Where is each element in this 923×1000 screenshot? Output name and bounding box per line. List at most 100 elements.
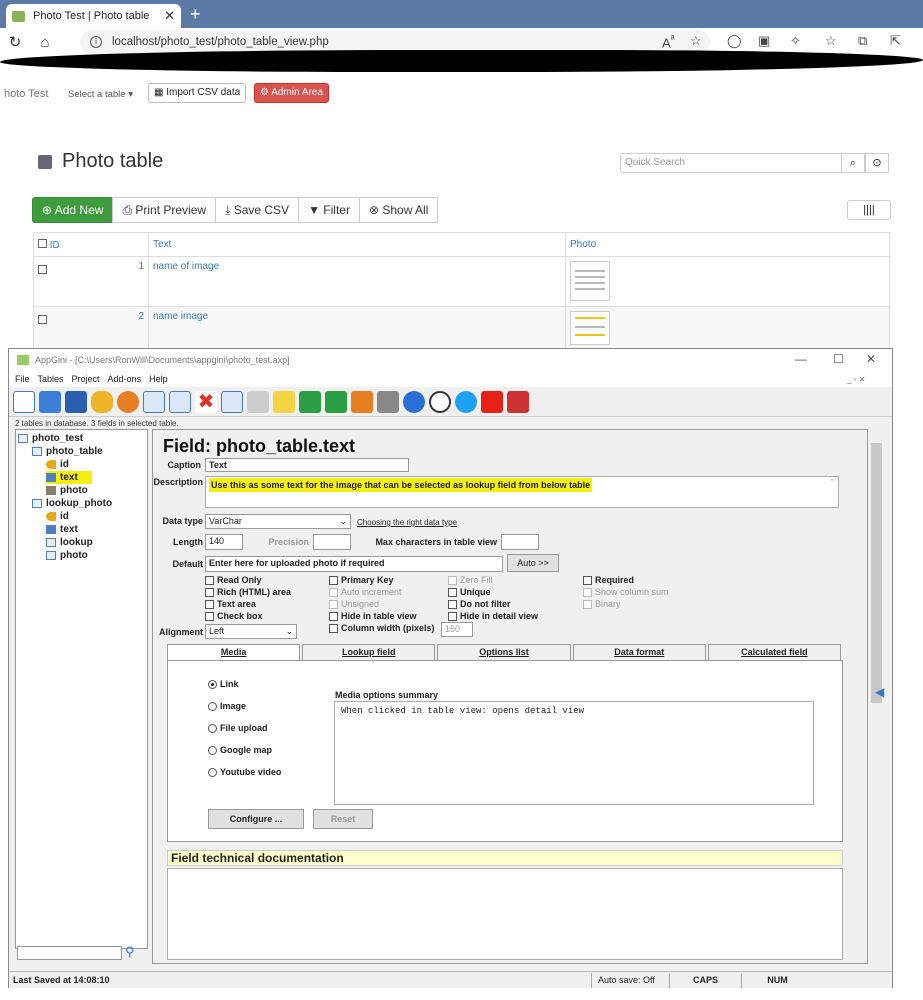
menu-addons[interactable]: Add-ons xyxy=(108,374,142,384)
maximize-icon[interactable]: ☐ xyxy=(833,352,844,366)
photo-thumbnail[interactable] xyxy=(570,311,610,345)
import-csv-button[interactable]: ▦ Import CSV data xyxy=(148,83,247,103)
admin-area-button[interactable]: ⚙ Admin Area xyxy=(254,83,329,103)
datatype-select[interactable]: VarChar ⌄ xyxy=(205,514,351,529)
choosing-datatype-link[interactable]: Choosing the right data type xyxy=(357,518,457,527)
default-input[interactable]: Enter here for uploaded photo if require… xyxy=(205,556,503,572)
tech-doc-editor[interactable] xyxy=(167,868,843,960)
read-only-checkbox[interactable]: Read Only xyxy=(205,575,262,585)
row-id[interactable]: 1 xyxy=(138,261,144,272)
length-input[interactable]: 140 xyxy=(205,534,243,550)
filter-button[interactable]: ▼ Filter xyxy=(298,197,360,223)
row-text[interactable]: name of image xyxy=(148,256,566,307)
share-icon[interactable]: ⇱ xyxy=(890,33,901,49)
do-not-filter-checkbox[interactable]: Do not filter xyxy=(448,599,511,609)
tab-options-list[interactable]: Options list xyxy=(437,644,571,660)
move-down-icon[interactable] xyxy=(299,390,321,413)
info-icon[interactable] xyxy=(429,390,451,413)
tab-data-format[interactable]: Data format xyxy=(572,644,706,660)
extension-icon[interactable]: ◯ xyxy=(727,33,742,49)
add-table-icon[interactable] xyxy=(143,390,165,413)
media-file-upload-radio[interactable]: File upload xyxy=(208,723,268,733)
clear-search-button[interactable]: ⊙ xyxy=(865,153,889,173)
auto-button[interactable]: Auto >> xyxy=(507,554,559,572)
tree-table-lookup-photo[interactable]: lookup_photo xyxy=(18,497,145,510)
select-all-checkbox[interactable] xyxy=(38,238,47,248)
collections-icon[interactable]: ⧉ xyxy=(858,33,867,49)
row-id[interactable]: 2 xyxy=(138,311,144,322)
copy-icon[interactable] xyxy=(221,390,243,413)
binary-checkbox[interactable]: Binary xyxy=(583,599,621,609)
tree-field-lookup[interactable]: lookup xyxy=(18,536,145,549)
help-extension-icon[interactable]: ▣ xyxy=(758,33,770,49)
tree-field-text[interactable]: text xyxy=(18,523,145,536)
menu-project[interactable]: Project xyxy=(72,374,100,384)
scrollbar-thumb[interactable] xyxy=(871,443,882,703)
rich-html-checkbox[interactable]: Rich (HTML) area xyxy=(205,587,291,597)
new-tab-icon[interactable]: + xyxy=(190,4,201,24)
photo-header[interactable]: Photo xyxy=(565,232,890,257)
column-width-checkbox[interactable]: Column width (pixels) xyxy=(329,623,435,633)
tree-project[interactable]: photo_test xyxy=(18,432,145,445)
column-width-input[interactable]: 150 xyxy=(441,622,473,637)
youtube-icon[interactable] xyxy=(481,390,503,413)
read-aloud-icon[interactable]: Aᵃ xyxy=(662,33,675,50)
zero-fill-checkbox[interactable]: Zero Fill xyxy=(448,575,493,585)
columns-button[interactable]: |||| xyxy=(847,200,891,220)
menu-help[interactable]: Help xyxy=(149,374,168,384)
show-all-button[interactable]: ⊗ Show All xyxy=(358,197,439,223)
minimize-icon[interactable]: — xyxy=(795,352,807,366)
row-checkbox[interactable] xyxy=(38,265,47,274)
site-info-icon[interactable]: i xyxy=(90,36,102,48)
scroll-up-icon[interactable]: ⌃ xyxy=(829,478,835,486)
add-new-button[interactable]: ⊕ Add New xyxy=(32,197,114,223)
required-checkbox[interactable]: Required xyxy=(583,575,634,585)
table-row[interactable]: 1 name of image xyxy=(33,256,890,307)
tree-field-id[interactable]: id xyxy=(18,458,145,471)
tab-media[interactable]: Media xyxy=(167,644,301,660)
tab-lookup-field[interactable]: Lookup field xyxy=(302,644,436,660)
flag-icon[interactable] xyxy=(273,390,295,413)
media-youtube-radio[interactable]: Youtube video xyxy=(208,767,281,777)
collapse-arrow-icon[interactable]: ◀ xyxy=(875,685,884,699)
unique-checkbox[interactable]: Unique xyxy=(448,587,491,597)
close-tab-icon[interactable]: ✕ xyxy=(164,8,175,24)
search-button[interactable]: ⌕ xyxy=(841,153,865,173)
menu-tables[interactable]: Tables xyxy=(38,374,64,384)
tree-field-photo[interactable]: photo xyxy=(18,484,145,497)
print-preview-button[interactable]: ⎙ Print Preview xyxy=(112,197,217,223)
tree-field-text-selected[interactable]: text xyxy=(46,471,92,484)
app-brand[interactable]: hoto Test xyxy=(4,88,48,100)
menu-file[interactable]: File xyxy=(15,374,30,384)
caption-input[interactable]: Text xyxy=(205,458,409,472)
move-up-icon[interactable] xyxy=(325,390,347,413)
tools-icon[interactable] xyxy=(377,390,399,413)
row-photo-cell[interactable] xyxy=(565,256,890,307)
auto-increment-checkbox[interactable]: Auto increment xyxy=(329,587,402,597)
media-image-radio[interactable]: Image xyxy=(208,701,246,711)
select-table-dropdown[interactable]: Select a table ▾ xyxy=(68,89,133,100)
home-icon[interactable]: ⌂ xyxy=(30,34,60,51)
quick-search-input[interactable]: Quick Search xyxy=(620,153,842,173)
tree-search-input[interactable] xyxy=(17,946,122,960)
theme-palette-icon[interactable] xyxy=(117,390,139,413)
description-input[interactable]: Use this as some text for the image that… xyxy=(205,476,839,508)
tree-field-id[interactable]: id xyxy=(18,510,145,523)
row-checkbox[interactable] xyxy=(38,315,47,324)
maxchars-input[interactable] xyxy=(501,534,539,550)
photo-thumbnail[interactable] xyxy=(570,261,610,301)
tab-calculated-field[interactable]: Calculated field xyxy=(707,644,842,660)
media-google-map-radio[interactable]: Google map xyxy=(208,745,272,755)
close-window-icon[interactable]: ✕ xyxy=(866,352,876,366)
id-header[interactable]: ID xyxy=(33,232,149,257)
add-field-icon[interactable] xyxy=(169,390,191,413)
unsigned-checkbox[interactable]: Unsigned xyxy=(329,599,379,609)
project-tree[interactable]: photo_test photo_table id text photo loo… xyxy=(15,429,148,949)
tree-search-icon[interactable]: ⚲ xyxy=(125,944,135,960)
mdi-controls-icon[interactable]: _ ▫ ✕ xyxy=(847,375,865,384)
paste-icon[interactable] xyxy=(247,390,269,413)
save-csv-button[interactable]: ⤓ Save CSV xyxy=(215,197,300,223)
database-icon[interactable] xyxy=(91,390,113,413)
new-project-icon[interactable] xyxy=(13,390,35,413)
open-project-icon[interactable] xyxy=(39,390,61,413)
